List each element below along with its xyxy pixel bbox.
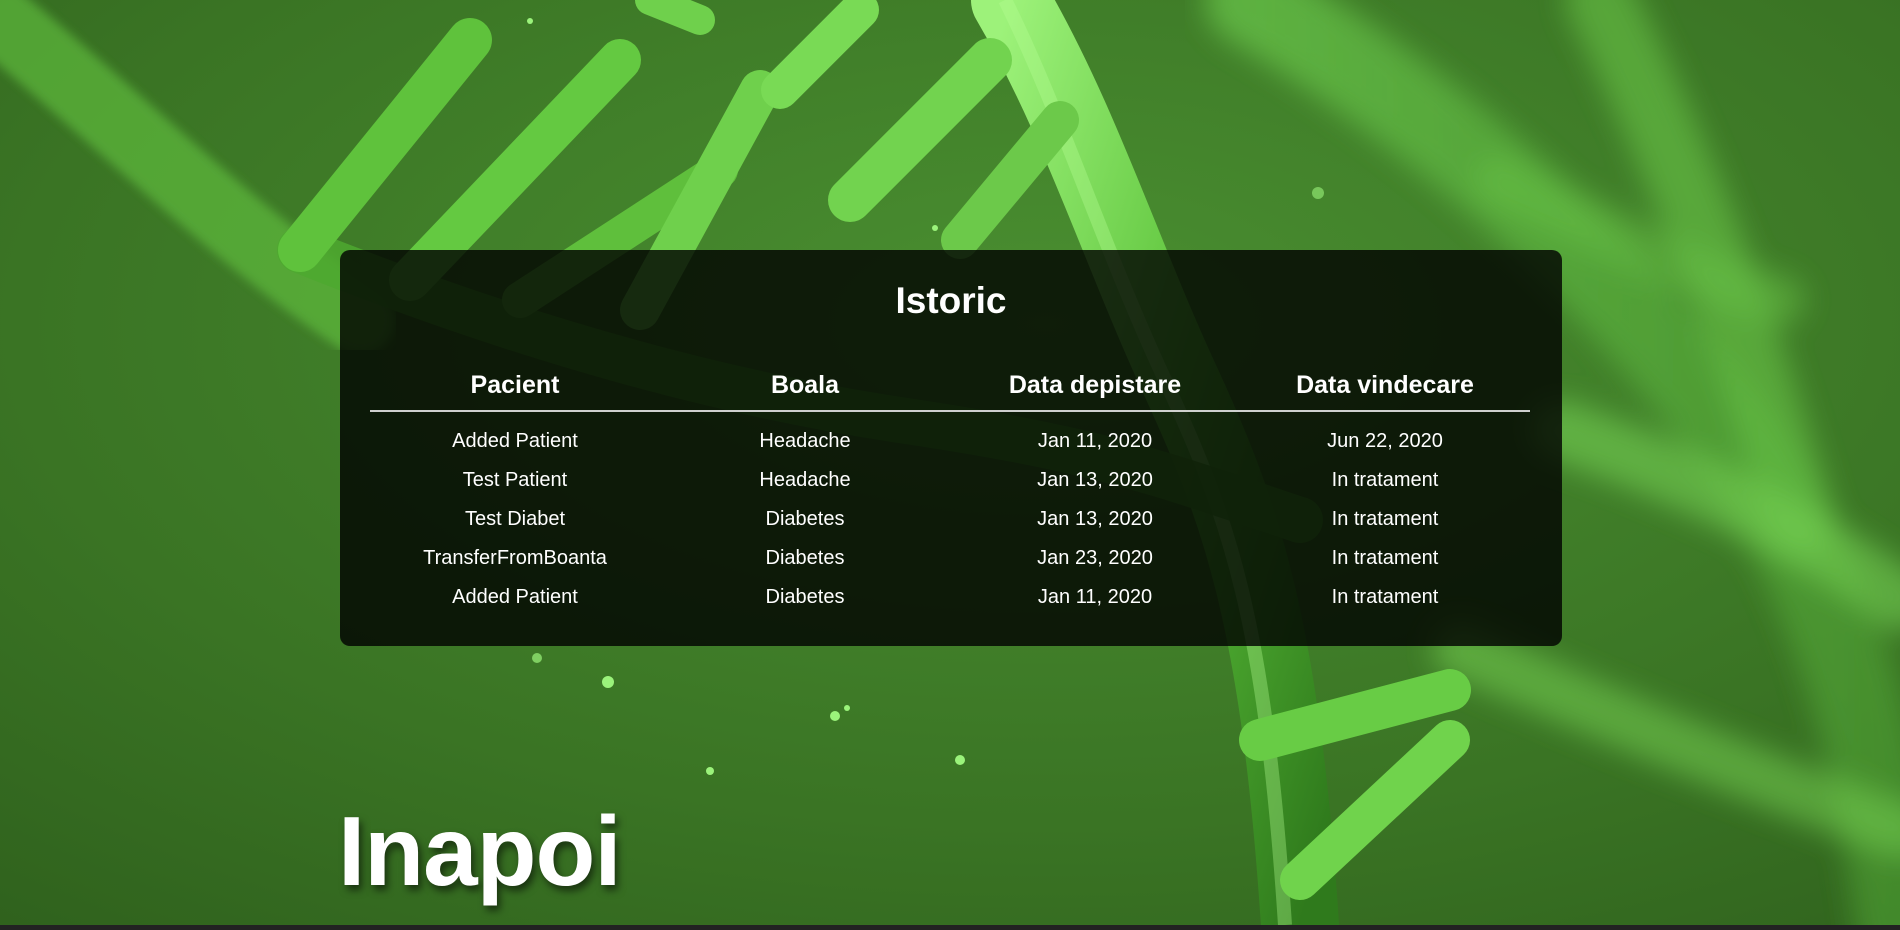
table-row: Added Patient Headache Jan 11, 2020 Jun … bbox=[370, 411, 1530, 461]
cell-pacient: Added Patient bbox=[452, 430, 578, 452]
cell-boala: Diabetes bbox=[765, 586, 845, 608]
bottom-strip bbox=[0, 925, 1900, 930]
cell-data-vindecare: Jun 22, 2020 bbox=[1327, 430, 1443, 452]
cell-data-depistare: Jan 23, 2020 bbox=[1037, 547, 1153, 569]
cell-boala: Headache bbox=[759, 469, 851, 491]
cell-pacient: Test Diabet bbox=[464, 508, 566, 530]
cell-data-depistare: Jan 11, 2020 bbox=[1037, 586, 1153, 608]
history-title: Istoric bbox=[895, 280, 1007, 321]
cell-boala: Headache bbox=[759, 430, 851, 452]
column-header-data-vindecare: Data vindecare bbox=[1240, 360, 1530, 412]
table-row: TransferFromBoanta Diabetes Jan 23, 2020… bbox=[370, 539, 1530, 578]
table-header-row: Pacient Boala Data depistare Data vindec… bbox=[370, 360, 1530, 412]
history-panel: Istoric Pacient Boala Data depistare Dat… bbox=[340, 250, 1562, 646]
column-header-boala: Boala bbox=[660, 360, 950, 412]
table-row: Test Patient Headache Jan 13, 2020 In tr… bbox=[370, 461, 1530, 500]
table-row: Test Diabet Diabetes Jan 13, 2020 In tra… bbox=[370, 500, 1530, 539]
page: Istoric Pacient Boala Data depistare Dat… bbox=[0, 0, 1900, 930]
cell-boala: Diabetes bbox=[765, 547, 845, 569]
back-link[interactable]: Inapoi bbox=[338, 795, 622, 908]
cell-data-depistare: Jan 13, 2020 bbox=[1037, 508, 1153, 530]
cell-data-vindecare: In tratament bbox=[1331, 547, 1439, 569]
history-table: Pacient Boala Data depistare Data vindec… bbox=[370, 360, 1530, 617]
cell-data-vindecare: In tratament bbox=[1331, 586, 1439, 608]
table-row: Added Patient Diabetes Jan 11, 2020 In t… bbox=[370, 578, 1530, 617]
cell-data-vindecare: In tratament bbox=[1331, 508, 1439, 530]
cell-pacient: Added Patient bbox=[452, 586, 578, 608]
cell-pacient: TransferFromBoanta bbox=[423, 547, 607, 569]
column-header-pacient: Pacient bbox=[370, 360, 660, 412]
cell-pacient: Test Patient bbox=[462, 469, 568, 491]
column-header-data-depistare: Data depistare bbox=[950, 360, 1240, 412]
cell-boala: Diabetes bbox=[765, 508, 845, 530]
cell-data-depistare: Jan 11, 2020 bbox=[1037, 430, 1153, 452]
cell-data-vindecare: In tratament bbox=[1331, 469, 1439, 491]
cell-data-depistare: Jan 13, 2020 bbox=[1037, 469, 1153, 491]
